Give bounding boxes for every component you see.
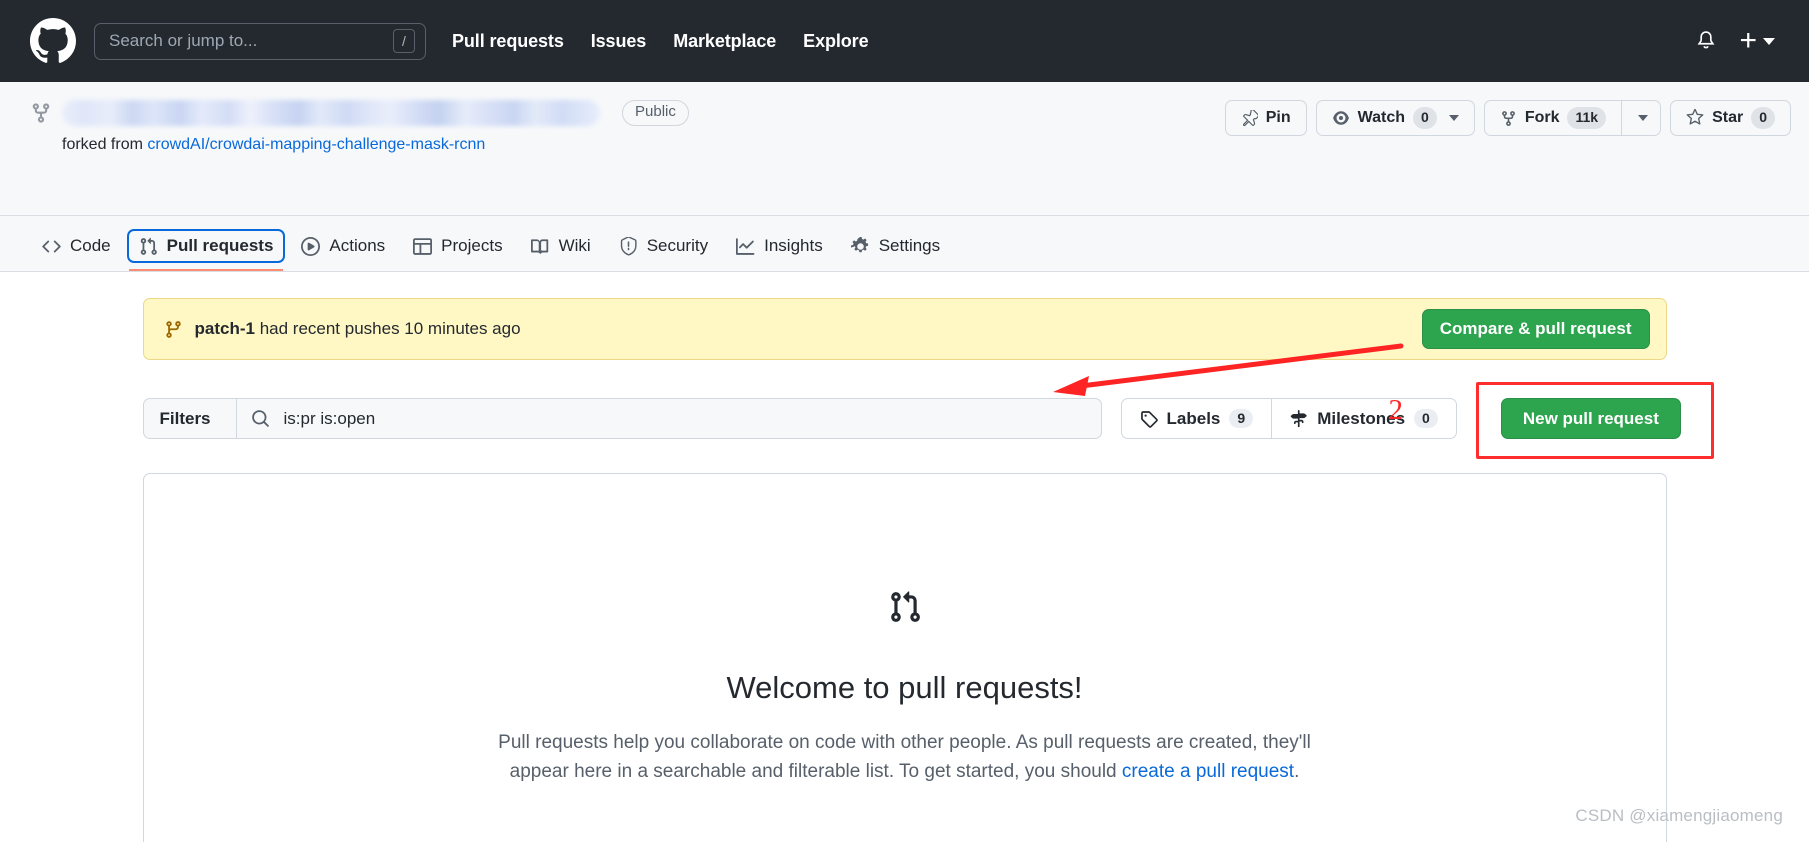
nav-marketplace[interactable]: Marketplace	[673, 31, 776, 52]
tab-insights-label: Insights	[764, 236, 823, 255]
repo-forked-icon	[30, 102, 52, 124]
nav-pull-requests[interactable]: Pull requests	[452, 31, 564, 52]
filters-dropdown[interactable]: Filters	[142, 398, 236, 439]
issue-search-box[interactable]	[235, 398, 1102, 439]
tab-insights[interactable]: Insights	[724, 229, 835, 263]
fork-dropdown-button[interactable]	[1622, 100, 1662, 136]
pull-requests-empty-state: Welcome to pull requests! Pull requests …	[142, 473, 1667, 842]
repository-header: Public forked from crowdAI/crowdai-mappi…	[0, 82, 1809, 216]
forked-from: forked from crowdAI/crowdai-mapping-chal…	[30, 136, 1781, 154]
repository-name-redacted[interactable]	[62, 100, 600, 126]
chevron-down-icon	[1638, 115, 1649, 121]
nav-issues[interactable]: Issues	[591, 31, 647, 52]
recent-push-text: patch-1 had recent pushes 10 minutes ago	[195, 319, 521, 339]
pin-button[interactable]: Pin	[1224, 100, 1307, 136]
empty-state-title: Welcome to pull requests!	[726, 670, 1083, 705]
chevron-down-icon	[1448, 115, 1459, 121]
labels-count: 9	[1229, 409, 1254, 428]
labels-button[interactable]: Labels 9	[1120, 398, 1273, 439]
search-input[interactable]	[94, 22, 426, 60]
tab-actions[interactable]: Actions	[289, 229, 397, 263]
annotation-step-number: 2	[1388, 394, 1404, 426]
repository-actions: Pin Watch 0 Fork 11k Star 0	[1224, 100, 1791, 136]
fork-button-group: Fork 11k	[1483, 100, 1662, 136]
git-branch-icon	[164, 320, 183, 339]
content-container: patch-1 had recent pushes 10 minutes ago…	[142, 298, 1714, 842]
watch-button[interactable]: Watch 0	[1315, 100, 1475, 136]
global-nav: Pull requests Issues Marketplace Explore	[452, 31, 869, 52]
issue-search-input[interactable]	[281, 407, 1087, 430]
global-search[interactable]: /	[94, 22, 426, 60]
tab-actions-label: Actions	[329, 236, 386, 255]
tab-pull-requests-label: Pull requests	[166, 236, 274, 255]
empty-state-body-period: .	[1294, 761, 1300, 783]
fork-button[interactable]: Fork 11k	[1483, 100, 1623, 136]
tab-code[interactable]: Code	[30, 229, 123, 263]
forked-from-label: forked from	[62, 136, 143, 153]
global-header: / Pull requests Issues Marketplace Explo…	[0, 0, 1809, 82]
milestones-count: 0	[1414, 409, 1438, 428]
star-label: Star	[1712, 109, 1744, 126]
push-message: had recent pushes 10 minutes ago	[254, 319, 521, 338]
labels-label: Labels	[1166, 408, 1221, 428]
branch-name[interactable]: patch-1	[195, 319, 255, 338]
new-pull-request-highlight: New pull request	[1475, 382, 1714, 459]
new-pull-request-button[interactable]: New pull request	[1500, 398, 1681, 439]
visibility-badge: Public	[622, 100, 689, 126]
create-pull-request-link[interactable]: create a pull request	[1122, 761, 1294, 782]
chevron-down-icon	[1763, 37, 1775, 45]
star-button[interactable]: Star 0	[1670, 100, 1791, 136]
watermark: CSDN @xiamengjiaomeng	[1575, 806, 1783, 825]
search-icon	[251, 410, 269, 427]
plus-icon: +	[1739, 24, 1757, 57]
filters-label: Filters	[159, 408, 211, 428]
compare-and-pull-request-button[interactable]: Compare & pull request	[1421, 309, 1650, 349]
labels-milestones-group: Labels 9 Milestones 0	[1120, 398, 1457, 439]
header-right-actions: +	[1695, 26, 1781, 56]
pin-label: Pin	[1265, 109, 1291, 126]
tab-wiki[interactable]: Wiki	[519, 229, 603, 263]
tab-code-label: Code	[70, 236, 111, 255]
nav-explore[interactable]: Explore	[803, 31, 868, 52]
github-pull-requests-page: / Pull requests Issues Marketplace Explo…	[0, 0, 1809, 842]
main-content: patch-1 had recent pushes 10 minutes ago…	[0, 272, 1809, 842]
forked-from-link[interactable]: crowdAI/crowdai-mapping-challenge-mask-r…	[147, 136, 485, 153]
tab-security[interactable]: Security	[607, 229, 720, 263]
watch-count: 0	[1413, 107, 1437, 129]
tab-pull-requests[interactable]: Pull requests	[126, 229, 286, 271]
github-mark-icon[interactable]	[30, 18, 76, 64]
star-count: 0	[1751, 107, 1775, 129]
tab-security-label: Security	[646, 236, 709, 255]
recent-push-banner: patch-1 had recent pushes 10 minutes ago…	[142, 298, 1667, 360]
create-new-menu[interactable]: +	[1739, 26, 1775, 56]
tab-wiki-label: Wiki	[558, 236, 591, 255]
fork-label: Fork	[1524, 109, 1560, 126]
tab-settings-label: Settings	[878, 236, 941, 255]
git-pull-request-icon	[888, 590, 922, 624]
bell-icon[interactable]	[1695, 30, 1717, 52]
tab-projects[interactable]: Projects	[401, 229, 514, 263]
search-shortcut-key: /	[393, 29, 415, 53]
empty-state-body: Pull requests help you collaborate on co…	[476, 728, 1334, 787]
repository-nav: Code Pull requests Actions Projects Wiki…	[0, 216, 1809, 272]
milestones-button[interactable]: Milestones 0	[1272, 398, 1457, 439]
tab-projects-label: Projects	[441, 236, 503, 255]
watch-label: Watch	[1357, 109, 1406, 126]
tab-settings[interactable]: Settings	[839, 229, 952, 263]
fork-count: 11k	[1567, 107, 1607, 129]
filter-toolbar: Filters Labels 9 Milestones	[142, 380, 1714, 459]
